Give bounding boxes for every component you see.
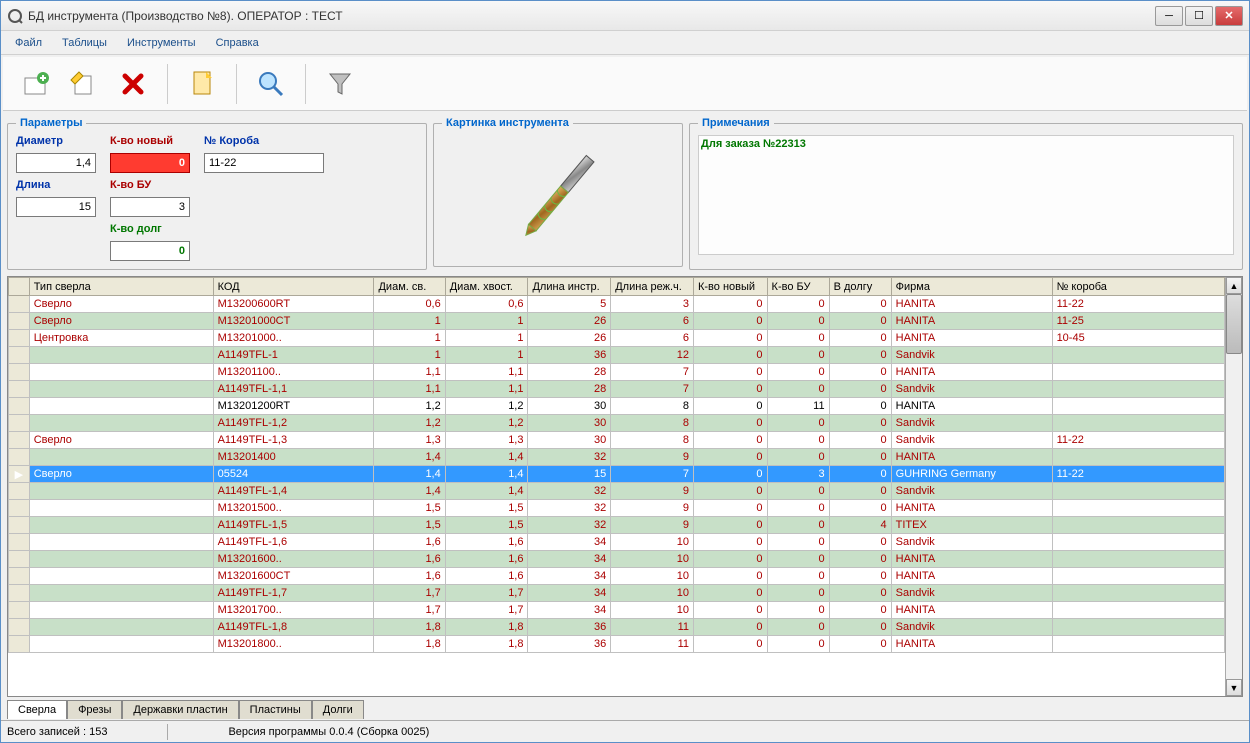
edit-icon xyxy=(69,68,101,100)
column-header[interactable]: В долгу xyxy=(829,278,891,296)
diameter-label: Диаметр xyxy=(16,135,96,147)
length-label: Длина xyxy=(16,179,96,191)
column-header[interactable]: № короба xyxy=(1052,278,1224,296)
table-row[interactable]: A1149TFL-1,51,51,5329004TITEX xyxy=(9,517,1225,534)
qty-new-label: К-во новый xyxy=(110,135,190,147)
table-row[interactable]: A1149TFL-1,41,41,4329000Sandvik xyxy=(9,483,1225,500)
grid-scrollbar[interactable]: ▲ ▼ xyxy=(1225,277,1242,696)
column-header[interactable]: Диам. св. xyxy=(374,278,445,296)
table-row[interactable]: A1149TFL-1,21,21,2308000Sandvik xyxy=(9,415,1225,432)
maximize-button[interactable]: ☐ xyxy=(1185,6,1213,26)
qty-used-input[interactable] xyxy=(110,197,190,217)
table-row[interactable]: M13201500..1,51,5329000HANITA xyxy=(9,500,1225,517)
filter-icon xyxy=(324,68,356,100)
toolbar-separator xyxy=(167,64,168,104)
column-header[interactable]: Длина реж.ч. xyxy=(611,278,694,296)
toolbar-delete-button[interactable] xyxy=(109,60,157,108)
column-header[interactable]: КОД xyxy=(213,278,374,296)
table-row[interactable]: M13201200RT1,21,23080110HANITA xyxy=(9,398,1225,415)
notes-text: Для заказа №22313 xyxy=(698,135,1234,255)
notes-panel: Примечания Для заказа №22313 xyxy=(689,117,1243,270)
window-title: БД инструмента (Производство №8). ОПЕРАТ… xyxy=(28,9,1155,23)
report-icon xyxy=(186,68,218,100)
tab-2[interactable]: Державки пластин xyxy=(122,700,238,719)
table-row[interactable]: СверлоA1149TFL-1,31,31,3308000Sandvik11-… xyxy=(9,432,1225,449)
scroll-up-button[interactable]: ▲ xyxy=(1226,277,1242,294)
table-row[interactable]: A1149TFL-1113612000Sandvik xyxy=(9,347,1225,364)
menu-file[interactable]: Файл xyxy=(5,34,52,52)
table-row[interactable]: A1149TFL-1,11,11,1287000Sandvik xyxy=(9,381,1225,398)
table-row[interactable]: M13201800..1,81,83611000HANITA xyxy=(9,636,1225,653)
picture-panel: Картинка инструмента xyxy=(433,117,683,267)
qty-debt-input[interactable] xyxy=(110,241,190,261)
tab-0[interactable]: Сверла xyxy=(7,700,67,719)
tab-1[interactable]: Фрезы xyxy=(67,700,122,719)
column-header[interactable]: Фирма xyxy=(891,278,1052,296)
table-row[interactable]: M13201100..1,11,1287000HANITA xyxy=(9,364,1225,381)
scroll-thumb[interactable] xyxy=(1226,294,1242,354)
close-button[interactable]: ✕ xyxy=(1215,6,1243,26)
tab-3[interactable]: Пластины xyxy=(239,700,312,719)
table-row[interactable]: M13201600CT1,61,63410000HANITA xyxy=(9,568,1225,585)
table-row[interactable]: M13201600..1,61,63410000HANITA xyxy=(9,551,1225,568)
table-row[interactable]: ЦентровкаM13201000..11266000HANITA10-45 xyxy=(9,330,1225,347)
params-legend: Параметры xyxy=(16,117,86,129)
table-row[interactable]: A1149TFL-1,61,61,63410000Sandvik xyxy=(9,534,1225,551)
table-row[interactable]: ▶Сверло055241,41,4157030GUHRING Germany1… xyxy=(9,466,1225,483)
statusbar: Всего записей : 153 Версия программы 0.0… xyxy=(1,720,1249,742)
column-header[interactable]: К-во новый xyxy=(693,278,767,296)
delete-icon xyxy=(117,68,149,100)
drill-image xyxy=(503,142,613,252)
column-header[interactable]: Диам. хвост. xyxy=(445,278,528,296)
column-header[interactable]: Тип сверла xyxy=(29,278,213,296)
titlebar: БД инструмента (Производство №8). ОПЕРАТ… xyxy=(1,1,1249,31)
table-row[interactable]: A1149TFL-1,71,71,73410000Sandvik xyxy=(9,585,1225,602)
diameter-input[interactable] xyxy=(16,153,96,173)
minimize-button[interactable]: ─ xyxy=(1155,6,1183,26)
menu-help[interactable]: Справка xyxy=(206,34,269,52)
toolbar-separator xyxy=(236,64,237,104)
app-window: БД инструмента (Производство №8). ОПЕРАТ… xyxy=(0,0,1250,743)
qty-debt-label: К-во долг xyxy=(110,223,190,235)
toolbar-edit-button[interactable] xyxy=(61,60,109,108)
params-panel: Параметры Диаметр Длина К-во новый К-во … xyxy=(7,117,427,270)
toolbar-filter-button[interactable] xyxy=(316,60,364,108)
box-input[interactable] xyxy=(204,153,324,173)
tab-4[interactable]: Долги xyxy=(312,700,364,719)
table-row[interactable]: A1149TFL-1,81,81,83611000Sandvik xyxy=(9,619,1225,636)
table-row[interactable]: M13201700..1,71,73410000HANITA xyxy=(9,602,1225,619)
table-row[interactable]: M132014001,41,4329000HANITA xyxy=(9,449,1225,466)
add-record-icon xyxy=(21,68,53,100)
table-row[interactable]: СверлоM13200600RT0,60,653000HANITA11-22 xyxy=(9,296,1225,313)
status-version: Версия программы 0.0.4 (Сборка 0025) xyxy=(228,726,429,738)
length-input[interactable] xyxy=(16,197,96,217)
panels-row: Параметры Диаметр Длина К-во новый К-во … xyxy=(1,113,1249,274)
data-grid[interactable]: Тип сверлаКОДДиам. св.Диам. хвост.Длина … xyxy=(7,276,1243,697)
toolbar-search-button[interactable] xyxy=(247,60,295,108)
status-records: Всего записей : 153 xyxy=(7,726,107,738)
column-header[interactable]: К-во БУ xyxy=(767,278,829,296)
picture-legend: Картинка инструмента xyxy=(442,117,573,129)
menu-instruments[interactable]: Инструменты xyxy=(117,34,206,52)
column-header[interactable]: Длина инстр. xyxy=(528,278,611,296)
scroll-down-button[interactable]: ▼ xyxy=(1226,679,1242,696)
qty-used-label: К-во БУ xyxy=(110,179,190,191)
toolbar-separator xyxy=(305,64,306,104)
menu-tables[interactable]: Таблицы xyxy=(52,34,117,52)
toolbar-add-button[interactable] xyxy=(13,60,61,108)
qty-new-input[interactable] xyxy=(110,153,190,173)
menubar: Файл Таблицы Инструменты Справка xyxy=(1,31,1249,55)
table-row[interactable]: СверлоM13201000CT11266000HANITA11-25 xyxy=(9,313,1225,330)
notes-legend: Примечания xyxy=(698,117,774,129)
bottom-tabs: СверлаФрезыДержавки пластинПластиныДолги xyxy=(7,699,1243,718)
toolbar-report-button[interactable] xyxy=(178,60,226,108)
search-icon xyxy=(255,68,287,100)
toolbar xyxy=(3,57,1247,111)
box-label: № Короба xyxy=(204,135,324,147)
app-icon xyxy=(7,8,23,24)
